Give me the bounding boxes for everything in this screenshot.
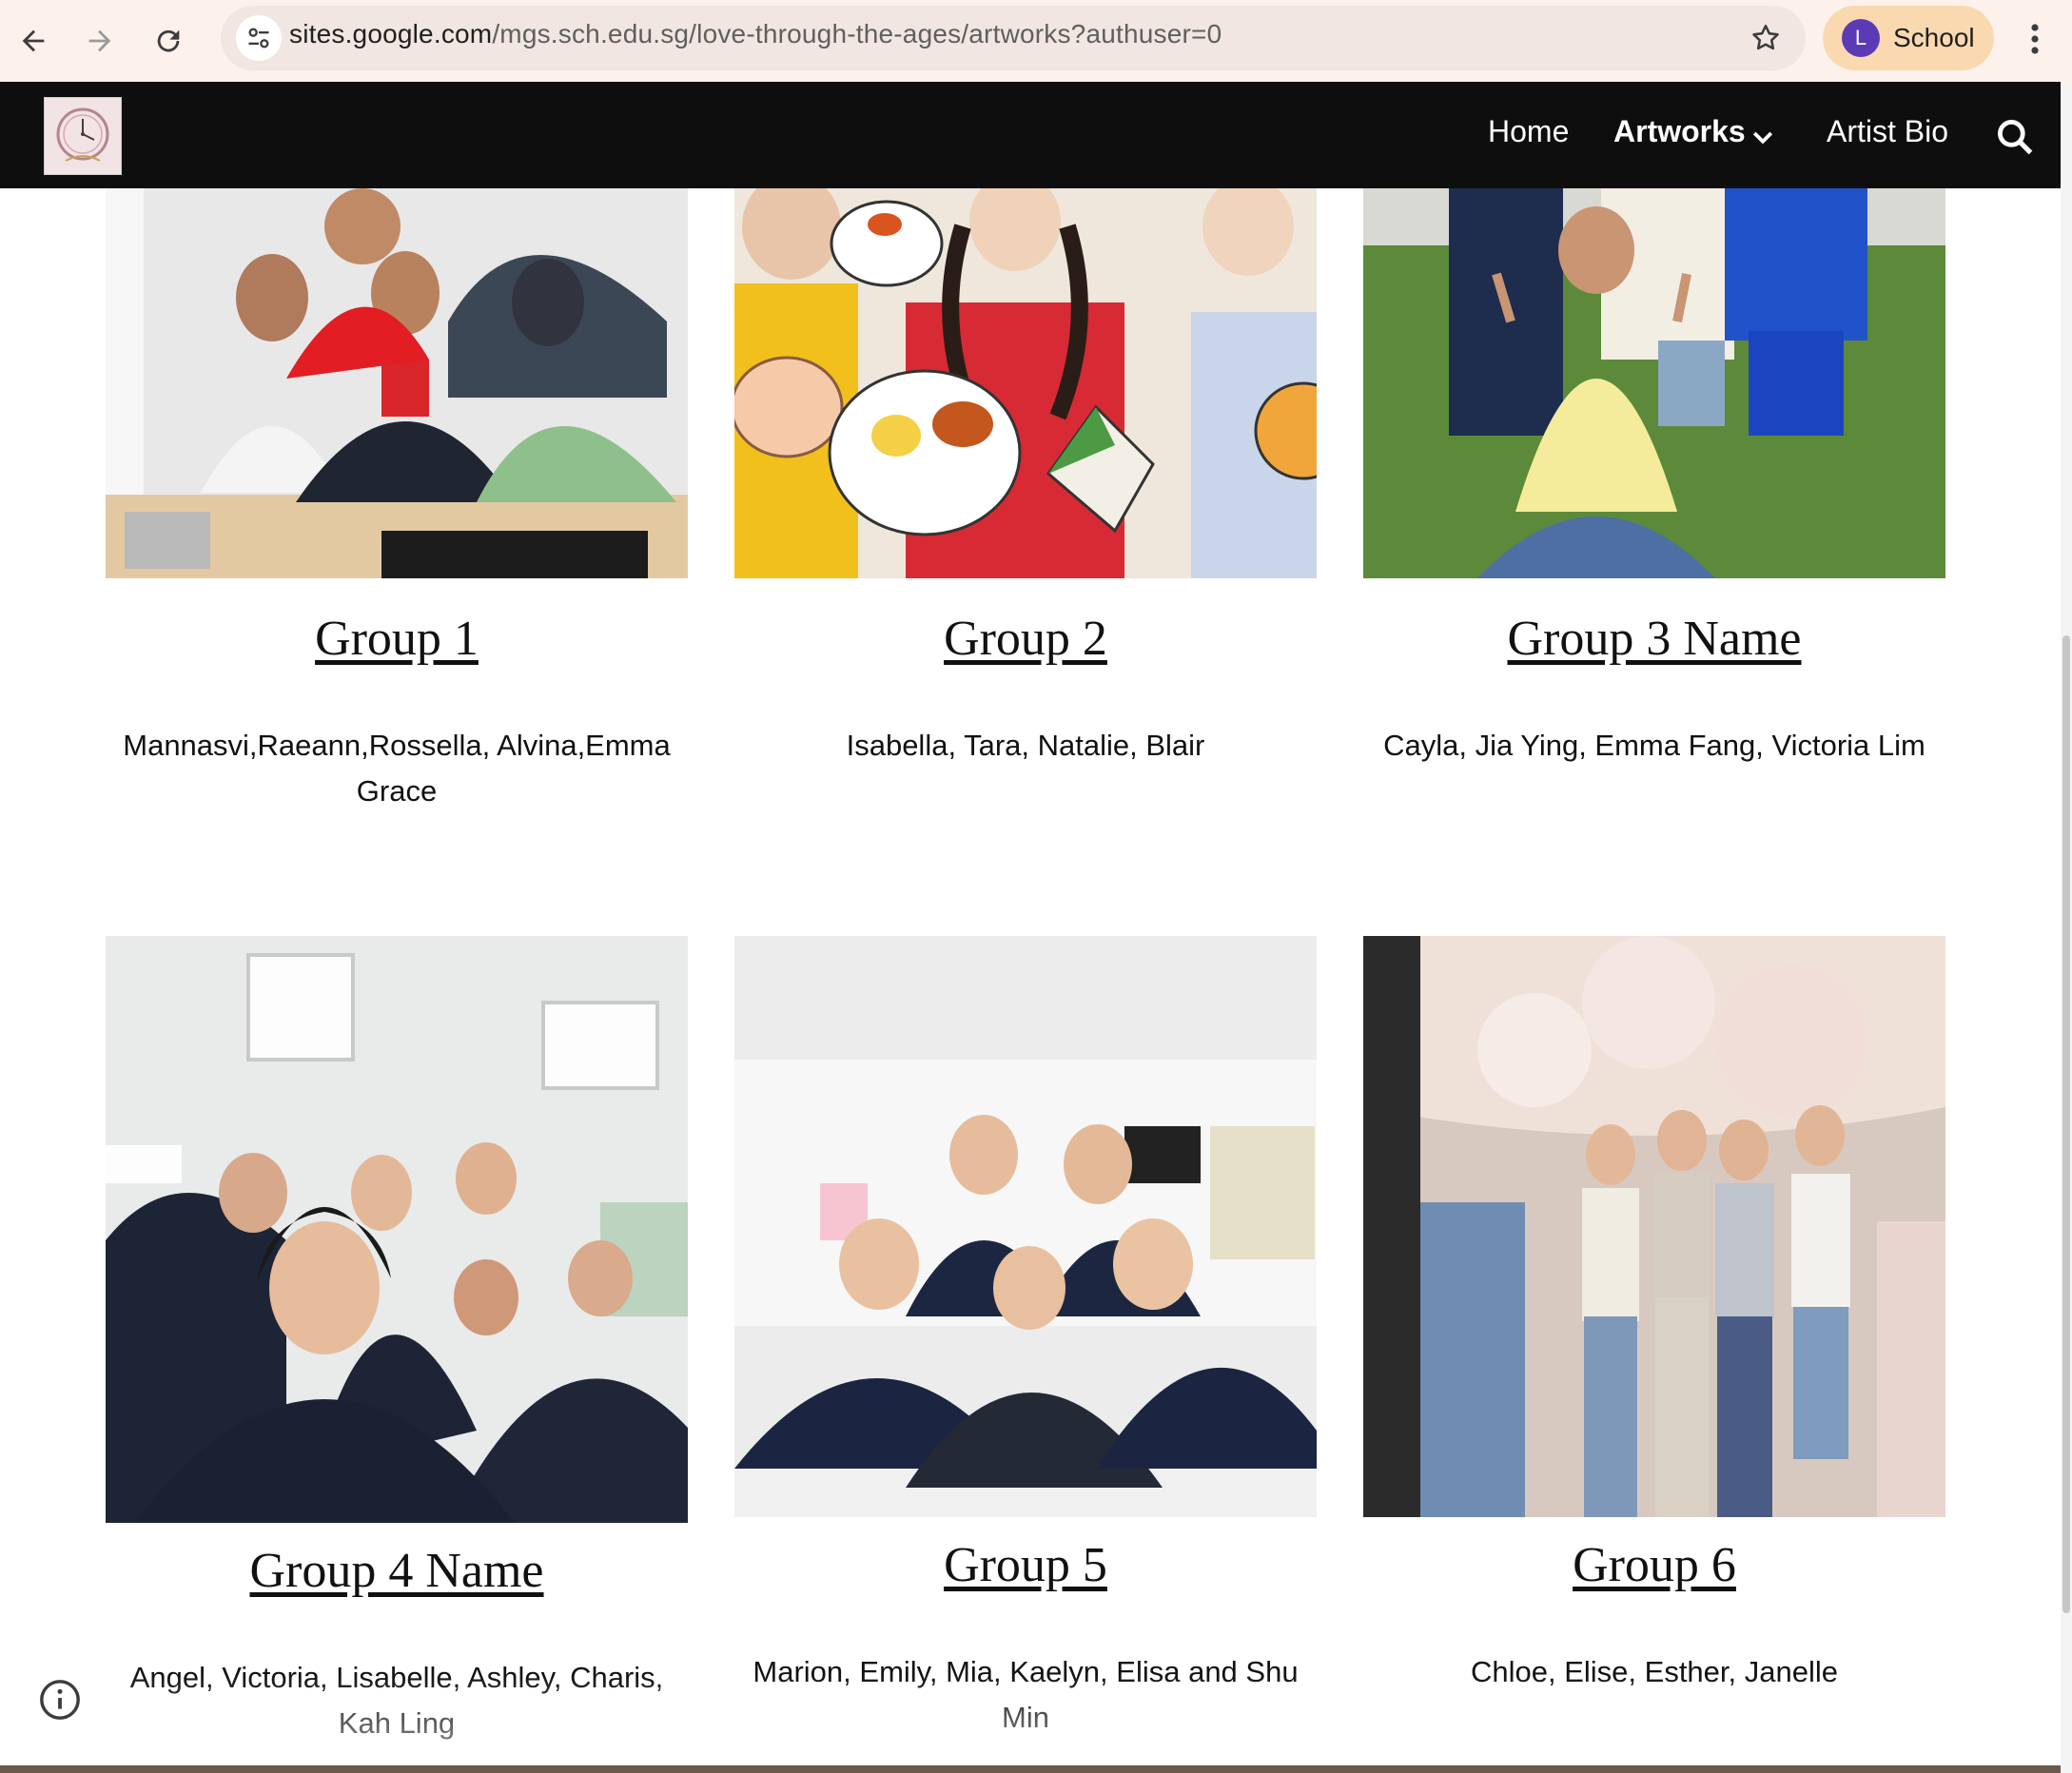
group-5-members: Marion, Emily, Mia, Kaelyn, Elisa and Sh… xyxy=(753,1655,1299,1734)
nav-artist-bio[interactable]: Artist Bio xyxy=(1827,114,1948,149)
profile-chip[interactable]: L School xyxy=(1823,6,1994,70)
site-info-icon xyxy=(248,28,269,49)
nav-artworks[interactable]: Artworks xyxy=(1613,114,1746,149)
group-2-title[interactable]: Group 2 xyxy=(734,611,1317,667)
group-1-photo[interactable] xyxy=(106,188,688,578)
group-3-title[interactable]: Group 3 Name xyxy=(1363,611,1945,667)
group-5-photo[interactable] xyxy=(734,936,1317,1517)
group-6-title[interactable]: Group 6 xyxy=(1363,1537,1945,1593)
browser-toolbar: sites.google.com/mgs.sch.edu.sg/love-thr… xyxy=(0,0,2072,83)
url-path: /mgs.sch.edu.sg/love-through-the-ages/ar… xyxy=(492,19,1222,49)
group-4-title[interactable]: Group 4 Name xyxy=(106,1543,688,1599)
page-bottom-edge xyxy=(0,1765,2061,1773)
group-6-photo[interactable] xyxy=(1363,936,1945,1517)
group-5-title[interactable]: Group 5 xyxy=(734,1537,1317,1593)
scrollbar-thumb[interactable] xyxy=(2062,635,2070,1613)
group-2-photo[interactable] xyxy=(734,188,1317,578)
group-4-members: Angel, Victoria, Lisabelle, Ashley, Char… xyxy=(129,1661,664,1740)
group-3-members: Cayla, Jia Ying, Emma Fang, Victoria Lim xyxy=(1383,729,1925,762)
url-host: sites.google.com xyxy=(289,19,493,49)
site-logo[interactable] xyxy=(44,97,122,175)
back-button[interactable] xyxy=(10,17,57,65)
address-bar[interactable]: sites.google.com/mgs.sch.edu.sg/love-thr… xyxy=(221,6,1806,70)
search-icon[interactable] xyxy=(1994,116,2036,158)
group-4-photo[interactable] xyxy=(106,936,688,1523)
avatar: L xyxy=(1842,19,1880,57)
group-2-members: Isabella, Tara, Natalie, Blair xyxy=(846,729,1205,762)
forward-icon xyxy=(88,29,111,52)
reload-button[interactable] xyxy=(145,17,192,65)
profile-label: School xyxy=(1893,23,1975,52)
group-6-members: Chloe, Elise, Esther, Janelle xyxy=(1471,1655,1838,1688)
group-1-title[interactable]: Group 1 xyxy=(106,611,688,667)
info-icon[interactable] xyxy=(38,1678,82,1722)
bookmark-star-icon xyxy=(1752,24,1779,50)
group-1-members: Mannasvi,Raeann,Rossella, Alvina,Emma Gr… xyxy=(123,729,671,808)
nav-home[interactable]: Home xyxy=(1488,114,1569,149)
url-text[interactable]: sites.google.com/mgs.sch.edu.sg/love-thr… xyxy=(289,19,1222,49)
site-info-button[interactable] xyxy=(236,15,282,61)
back-icon xyxy=(22,29,45,52)
chevron-down-icon[interactable] xyxy=(1749,124,1777,152)
more-button[interactable] xyxy=(2021,15,2049,63)
group-3-photo[interactable] xyxy=(1363,188,1945,578)
forward-button[interactable] xyxy=(76,17,124,65)
more-icon xyxy=(2031,24,2039,54)
site-header: Home Artworks Artist Bio xyxy=(0,82,2061,188)
reload-icon xyxy=(157,29,180,52)
bookmark-button[interactable] xyxy=(1745,17,1787,59)
